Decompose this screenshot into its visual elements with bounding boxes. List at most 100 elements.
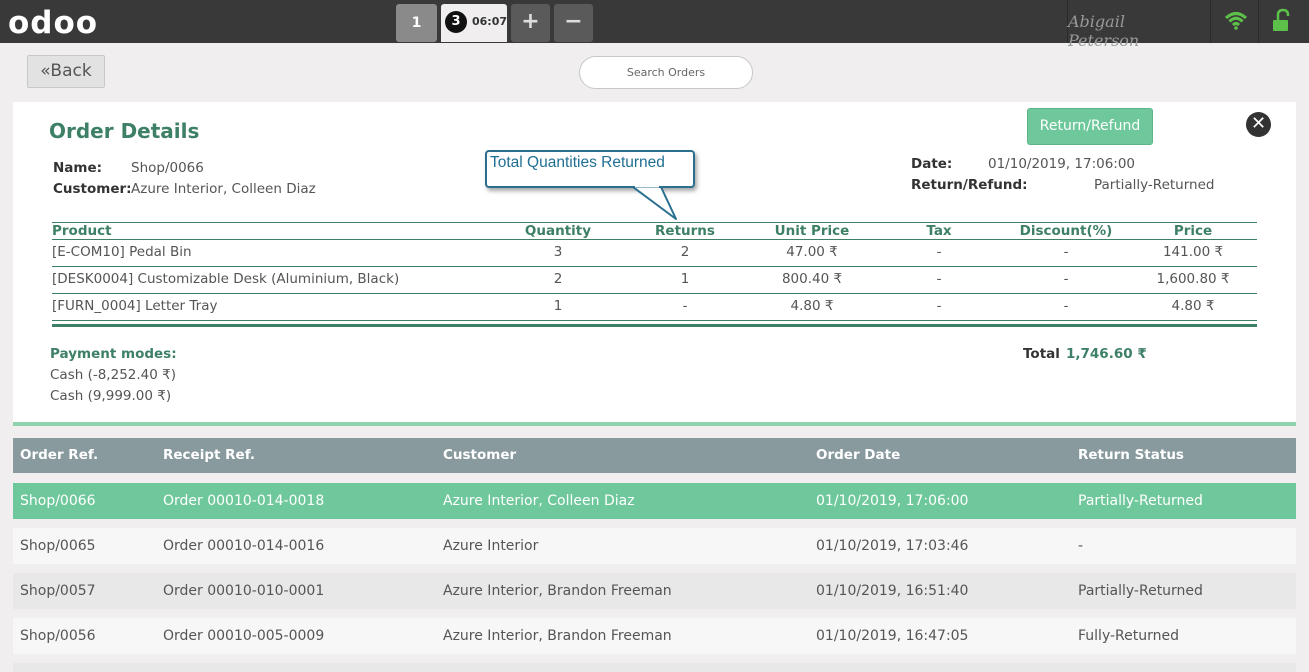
discount-cell: - (1063, 244, 1069, 260)
back-button[interactable]: «Back (27, 55, 105, 88)
payment-modes-label: Payment modes: (50, 346, 177, 362)
order-date: 01/10/2019, 16:47:05 (816, 628, 969, 644)
return-status: - (1078, 538, 1084, 554)
name-value: Shop/0066 (131, 160, 204, 176)
product-cell: [FURN_0004] Letter Tray (52, 298, 218, 314)
order-date: 01/10/2019, 16:51:40 (816, 583, 969, 599)
column-header: Returns (655, 223, 715, 239)
annotation-callout: Total Quantities Returned (485, 150, 695, 188)
lock-button[interactable] (1258, 0, 1309, 43)
payment-line: Cash (9,999.00 ₹) (50, 388, 172, 404)
column-header: Customer (443, 447, 517, 463)
add-order-button[interactable]: + (511, 4, 550, 42)
wifi-icon (1224, 12, 1248, 30)
returns-cell: 2 (680, 244, 690, 260)
list-header: Order Ref. Receipt Ref. Customer Order D… (13, 438, 1296, 473)
return-refund-button[interactable]: Return/Refund (1027, 108, 1153, 145)
returns-cell: 1 (680, 271, 690, 287)
receipt-ref: Order 00010-010-0001 (163, 583, 325, 599)
unit-price-cell: 4.80 ₹ (790, 298, 834, 314)
return-status: Partially-Returned (1078, 583, 1203, 599)
return-refund-status: Partially-Returned (1094, 177, 1215, 193)
tax-cell: - (936, 298, 942, 314)
column-header: Return Status (1078, 447, 1184, 463)
column-header: Order Date (816, 447, 901, 463)
orders-list: Order Ref. Receipt Ref. Customer Order D… (13, 438, 1296, 672)
table-divider (52, 321, 1257, 327)
discount-cell: - (1063, 271, 1069, 287)
product-cell: [DESK0004] Customizable Desk (Aluminium,… (52, 271, 400, 287)
price-cell: 4.80 ₹ (1171, 298, 1215, 314)
quantity-cell: 2 (553, 271, 563, 287)
order-lines-table: Product Quantity Returns Unit Price Tax … (52, 222, 1257, 327)
panel-title: Order Details (49, 119, 200, 143)
order-ref: Shop/0057 (20, 583, 96, 599)
order-customer: Azure Interior, Colleen Diaz (443, 493, 635, 509)
column-header: Product (52, 223, 112, 239)
order-tab-1[interactable]: 1 (396, 4, 437, 42)
column-header: Discount(%) (1019, 223, 1113, 239)
discount-cell: - (1063, 298, 1069, 314)
search-orders-input[interactable]: Search Orders (579, 56, 753, 89)
user-area[interactable]: Abigail Peterson (1067, 0, 1210, 50)
customer-value: Azure Interior, Colleen Diaz (131, 181, 316, 197)
order-tab-time: 06:07 (472, 15, 508, 28)
price-cell: 141.00 ₹ (1162, 244, 1224, 260)
column-header: Order Ref. (20, 447, 99, 463)
order-ref: Shop/0065 (20, 538, 96, 554)
return-refund-label: Return/Refund: (911, 177, 1028, 193)
close-icon[interactable]: ✕ (1246, 112, 1271, 137)
table-row: [E-COM10] Pedal Bin 3 2 47.00 ₹ - - 141.… (52, 240, 1257, 267)
returns-cell: - (682, 298, 688, 314)
table-row: [FURN_0004] Letter Tray 1 - 4.80 ₹ - - 4… (52, 294, 1257, 321)
order-tab-number: 3 (445, 11, 467, 33)
order-row-partial[interactable] (13, 663, 1296, 672)
unlock-icon (1273, 8, 1290, 31)
connection-status[interactable] (1210, 0, 1258, 43)
column-header: Tax (926, 223, 952, 239)
odoo-logo: odoo (8, 5, 99, 41)
remove-order-button[interactable]: − (554, 4, 593, 42)
table-row: [DESK0004] Customizable Desk (Aluminium,… (52, 267, 1257, 294)
back-label: Back (50, 61, 92, 81)
receipt-ref: Order 00010-014-0016 (163, 538, 325, 554)
unit-price-cell: 800.40 ₹ (781, 271, 843, 287)
order-details-panel: Order Details Return/Refund ✕ Name: Shop… (13, 102, 1296, 426)
order-row[interactable]: Shop/0056 Order 00010-005-0009 Azure Int… (13, 618, 1296, 654)
payment-line: Cash (-8,252.40 ₹) (50, 367, 176, 383)
return-status: Partially-Returned (1078, 493, 1203, 509)
receipt-ref: Order 00010-005-0009 (163, 628, 325, 644)
receipt-ref: Order 00010-014-0018 (163, 493, 325, 509)
column-header: Price (1173, 223, 1213, 239)
product-cell: [E-COM10] Pedal Bin (52, 244, 192, 260)
quantity-cell: 3 (553, 244, 563, 260)
top-bar: odoo 1 3 06:07 + − Abigail Peterson (0, 0, 1309, 50)
price-cell: 1,600.80 ₹ (1156, 271, 1230, 287)
cashier-name: Abigail Peterson (1068, 12, 1140, 50)
callout-pointer (632, 186, 677, 220)
order-row-selected[interactable]: Shop/0066 Order 00010-014-0018 Azure Int… (13, 483, 1296, 519)
date-value: 01/10/2019, 17:06:00 (988, 156, 1136, 172)
order-date: 01/10/2019, 17:06:00 (816, 493, 969, 509)
total-value: 1,746.60 ₹ (1066, 346, 1147, 362)
column-header: Unit Price (774, 223, 850, 239)
unit-price-cell: 47.00 ₹ (786, 244, 838, 260)
order-customer: Azure Interior, Brandon Freeman (443, 628, 672, 644)
order-customer: Azure Interior (443, 538, 539, 554)
tax-cell: - (936, 244, 942, 260)
column-header: Receipt Ref. (163, 447, 255, 463)
order-date: 01/10/2019, 17:03:46 (816, 538, 969, 554)
quantity-cell: 1 (553, 298, 563, 314)
name-label: Name: (53, 160, 103, 176)
order-row[interactable]: Shop/0065 Order 00010-014-0016 Azure Int… (13, 528, 1296, 564)
date-label: Date: (911, 156, 953, 172)
total-label: Total (1023, 346, 1060, 362)
order-ref: Shop/0066 (20, 493, 96, 509)
order-row[interactable]: Shop/0057 Order 00010-010-0001 Azure Int… (13, 573, 1296, 609)
double-chevron-left-icon: « (40, 61, 51, 81)
return-status: Fully-Returned (1078, 628, 1179, 644)
order-ref: Shop/0056 (20, 628, 96, 644)
order-tab-active[interactable]: 3 06:07 (441, 4, 507, 42)
customer-label: Customer: (53, 181, 132, 197)
table-header-row: Product Quantity Returns Unit Price Tax … (52, 222, 1257, 240)
